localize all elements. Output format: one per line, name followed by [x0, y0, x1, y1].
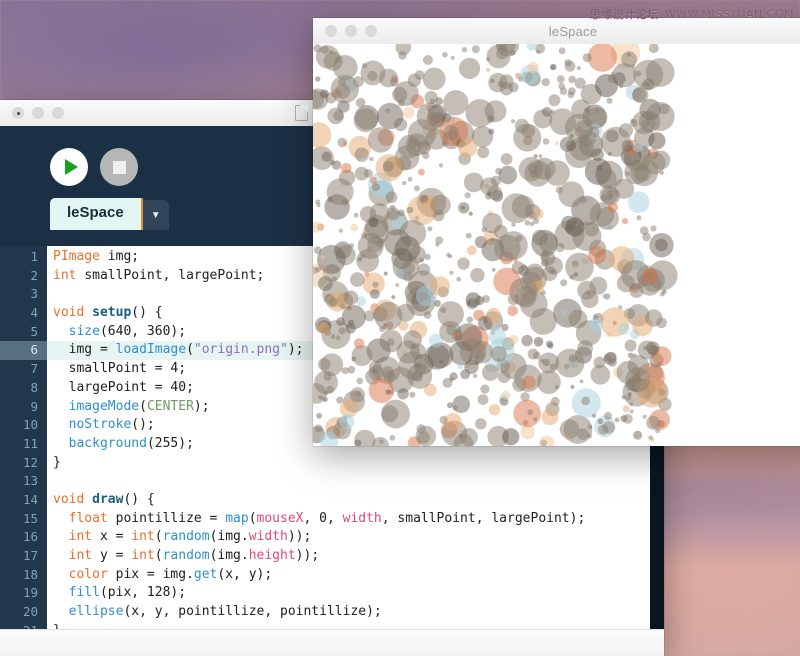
line-number: 3: [30, 286, 38, 302]
run-button[interactable]: [50, 148, 88, 186]
zoom-button-icon[interactable]: [52, 107, 64, 119]
stop-button[interactable]: [100, 148, 138, 186]
watermark-url-text: WWW.MISSYUAN.COM: [664, 8, 794, 21]
line-number: 11: [22, 435, 38, 451]
line-number: 17: [22, 548, 38, 563]
close-button-icon[interactable]: [12, 107, 24, 119]
minimize-button-icon[interactable]: [32, 107, 44, 119]
line-number: 14: [22, 491, 38, 507]
editor-statusbar: [0, 629, 664, 656]
line-number: 20: [22, 604, 38, 620]
sketch-window-controls[interactable]: [313, 25, 377, 37]
sketch-titlebar[interactable]: leSpace: [313, 18, 800, 45]
line-number: 5: [30, 323, 38, 339]
play-icon: [64, 159, 78, 175]
document-icon: [295, 104, 309, 121]
line-number: 16: [22, 529, 38, 545]
zoom-button-icon[interactable]: [365, 25, 377, 37]
chevron-down-icon[interactable]: ▼: [142, 200, 169, 230]
sketch-title: leSpace: [313, 24, 800, 39]
line-number: 4: [30, 305, 38, 321]
desktop-screen: 思缘设计论坛WWW.MISSYUAN.COM leSpace |: [0, 0, 800, 656]
code-line: void draw() {: [53, 491, 155, 507]
editor-window-controls[interactable]: [0, 107, 64, 119]
line-number-gutter: 123456789101112131415161718192021222324: [0, 246, 47, 630]
tab-lespace[interactable]: leSpace: [50, 198, 143, 230]
sketch-title-text: leSpace: [548, 23, 598, 39]
line-number: 13: [22, 473, 38, 489]
code-line: color pix = img.get(x, y);: [68, 566, 273, 582]
code-line: }: [53, 454, 61, 470]
close-button-icon[interactable]: [325, 25, 337, 37]
watermark-chinese-text: 思缘设计论坛: [589, 8, 659, 21]
line-number: 8: [30, 379, 38, 395]
line-number: 9: [30, 398, 38, 414]
line-number: 2: [30, 267, 38, 283]
line-number: 7: [30, 361, 38, 377]
sketch-display-window[interactable]: leSpace: [313, 18, 800, 446]
forum-watermark: 思缘设计论坛 WWW.MISSYUAN.COM: [590, 6, 794, 22]
line-number: 18: [22, 566, 38, 582]
code-line: int y = int(random(img.height));: [68, 548, 320, 563]
code-line: float pointillize = map(mouseX, 0, width…: [68, 510, 586, 526]
code-line: fill(pix, 128);: [68, 585, 187, 601]
minimize-button-icon[interactable]: [345, 25, 357, 37]
line-number: 19: [22, 585, 38, 601]
code-line: ellipse(x, y, pointillize, pointillize);: [68, 604, 382, 620]
line-number: 15: [22, 510, 38, 526]
stop-icon: [112, 160, 126, 174]
pointillism-canvas[interactable]: [313, 44, 800, 446]
code-line: int x = int(random(img.width));: [68, 529, 312, 545]
pointillism-dots: [313, 44, 678, 446]
line-number: 1: [30, 249, 38, 264]
line-number: 10: [22, 417, 38, 433]
line-number: 6: [0, 341, 47, 361]
line-number: 12: [22, 454, 38, 470]
